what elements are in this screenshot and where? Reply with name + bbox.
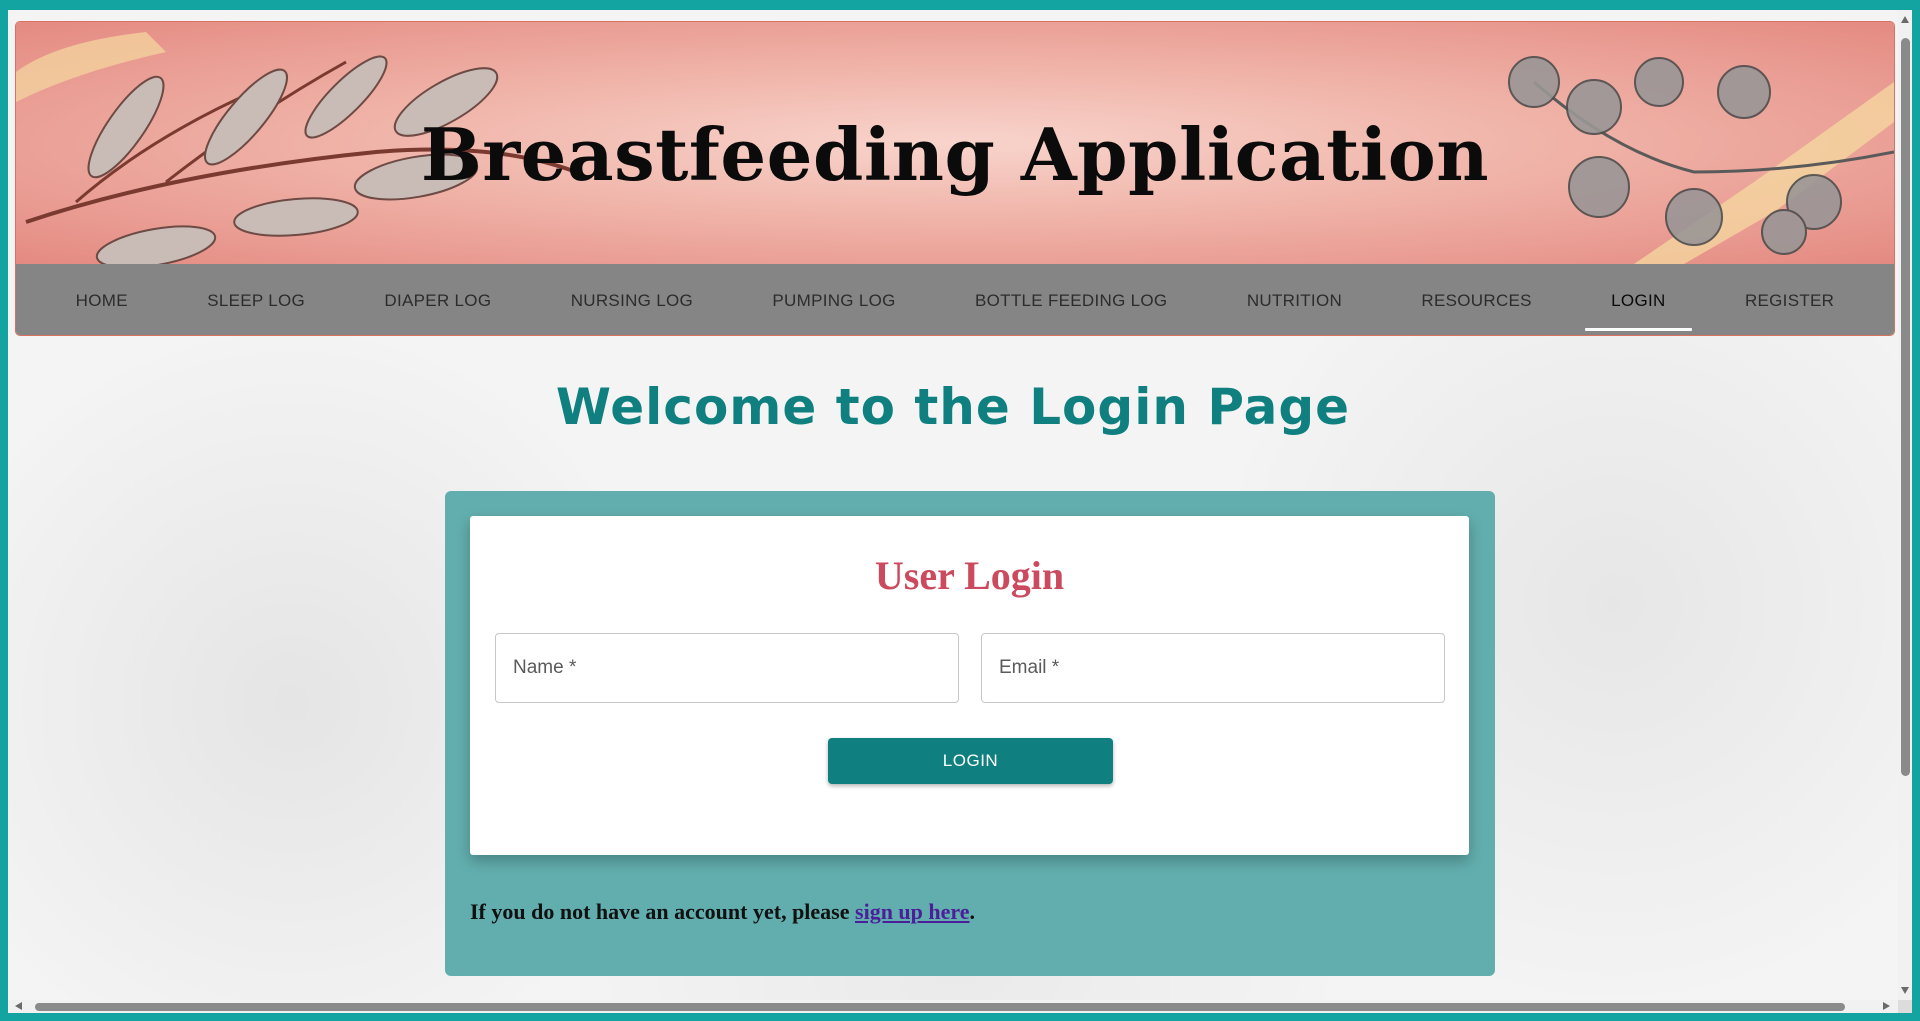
login-card-title: User Login — [874, 553, 1065, 598]
nav-item-resources[interactable]: RESOURCES — [1395, 271, 1557, 331]
nav-item-login[interactable]: LOGIN — [1585, 271, 1692, 331]
signup-prompt: If you do not have an account yet, pleas… — [470, 899, 975, 925]
nav-item-diaper-log[interactable]: DIAPER LOG — [358, 271, 517, 331]
signup-suffix-text: . — [969, 899, 976, 924]
nav-item-nursing-log[interactable]: NURSING LOG — [545, 271, 719, 331]
page-viewport: Breastfeeding Application HOME SLEEP LOG… — [8, 10, 1898, 1000]
vertical-scroll-thumb[interactable] — [1901, 38, 1910, 776]
nav-item-sleep-log[interactable]: SLEEP LOG — [181, 271, 331, 331]
nav-item-nutrition[interactable]: NUTRITION — [1221, 271, 1368, 331]
scroll-up-icon[interactable] — [1901, 16, 1909, 23]
horizontal-scrollbar[interactable] — [8, 1000, 1898, 1013]
scrollbar-corner — [1898, 1000, 1912, 1013]
main-navbar: HOME SLEEP LOG DIAPER LOG NURSING LOG PU… — [16, 264, 1894, 335]
vertical-scrollbar[interactable] — [1898, 10, 1912, 1000]
page-title: Welcome to the Login Page — [555, 378, 1351, 436]
site-title: Breastfeeding Application — [420, 112, 1490, 197]
browser-window: Breastfeeding Application HOME SLEEP LOG… — [8, 10, 1912, 1013]
email-input[interactable] — [982, 634, 1444, 702]
scroll-left-icon[interactable] — [15, 1002, 22, 1010]
name-input[interactable] — [496, 634, 958, 702]
name-field — [495, 633, 959, 703]
nav-item-bottle-feeding-log[interactable]: BOTTLE FEEDING LOG — [949, 271, 1193, 331]
nav-item-home[interactable]: HOME — [50, 271, 154, 331]
nav-item-register[interactable]: REGISTER — [1719, 271, 1860, 331]
login-panel: User Login LOGIN If you do not have an a… — [445, 491, 1495, 976]
email-field — [981, 633, 1445, 703]
header-banner: Breastfeeding Application — [16, 22, 1894, 264]
signup-link[interactable]: sign up here — [855, 899, 970, 924]
signup-prefix-text: If you do not have an account yet, pleas… — [470, 899, 856, 924]
horizontal-scroll-thumb[interactable] — [35, 1003, 1845, 1011]
site-header: Breastfeeding Application HOME SLEEP LOG… — [15, 21, 1895, 336]
login-card: User Login LOGIN — [470, 516, 1469, 855]
login-button[interactable]: LOGIN — [828, 738, 1113, 784]
scroll-right-icon[interactable] — [1883, 1002, 1890, 1010]
nav-item-pumping-log[interactable]: PUMPING LOG — [746, 271, 921, 331]
scroll-down-icon[interactable] — [1901, 987, 1909, 994]
